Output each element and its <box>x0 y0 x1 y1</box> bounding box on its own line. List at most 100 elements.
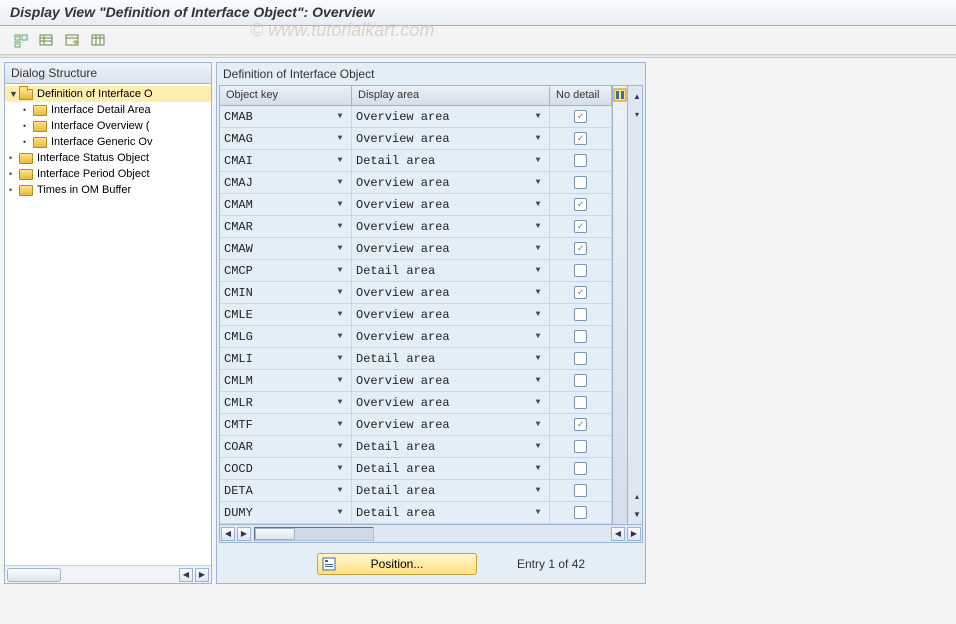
cell-no-detail[interactable] <box>550 502 612 523</box>
dropdown-icon[interactable]: ▼ <box>531 374 545 388</box>
cell-display-area[interactable]: Overview area▼ <box>352 282 550 303</box>
cell-no-detail[interactable]: ✓ <box>550 414 612 435</box>
dropdown-icon[interactable]: ▼ <box>333 176 347 190</box>
cell-display-area[interactable]: Overview area▼ <box>352 172 550 193</box>
no-detail-checkbox[interactable] <box>574 352 587 365</box>
no-detail-checkbox[interactable] <box>574 308 587 321</box>
cell-no-detail[interactable]: ✓ <box>550 282 612 303</box>
tree-bullet-icon[interactable]: • <box>9 153 19 163</box>
cell-display-area[interactable]: Overview area▼ <box>352 238 550 259</box>
cell-object-key[interactable]: CMTF▼ <box>220 414 352 435</box>
cell-display-area[interactable]: Detail area▼ <box>352 436 550 457</box>
cell-object-key[interactable]: CMAI▼ <box>220 150 352 171</box>
no-detail-checkbox[interactable] <box>574 396 587 409</box>
cell-no-detail[interactable] <box>550 436 612 457</box>
dropdown-icon[interactable]: ▼ <box>531 286 545 300</box>
table-row[interactable]: CMAM▼Overview area▼ ✓ <box>220 194 612 216</box>
cell-display-area[interactable]: Overview area▼ <box>352 216 550 237</box>
cell-display-area[interactable]: Detail area▼ <box>352 502 550 523</box>
tree-bullet-icon[interactable]: • <box>23 105 33 115</box>
cell-display-area[interactable]: Overview area▼ <box>352 370 550 391</box>
cell-display-area[interactable]: Overview area▼ <box>352 194 550 215</box>
cell-display-area[interactable]: Detail area▼ <box>352 480 550 501</box>
tree-bullet-icon[interactable]: • <box>23 137 33 147</box>
table-row[interactable]: COCD▼Detail area▼ <box>220 458 612 480</box>
dropdown-icon[interactable]: ▼ <box>333 418 347 432</box>
dropdown-icon[interactable]: ▼ <box>333 440 347 454</box>
cell-no-detail[interactable] <box>550 172 612 193</box>
cell-object-key[interactable]: CMLG▼ <box>220 326 352 347</box>
cell-no-detail[interactable] <box>550 458 612 479</box>
no-detail-checkbox[interactable] <box>574 374 587 387</box>
table-row[interactable]: CMAI▼Detail area▼ <box>220 150 612 172</box>
dropdown-icon[interactable]: ▼ <box>531 154 545 168</box>
position-button[interactable]: Position... <box>317 553 477 575</box>
tree-item[interactable]: •Interface Overview ( <box>5 118 211 134</box>
cell-object-key[interactable]: CMAR▼ <box>220 216 352 237</box>
dropdown-icon[interactable]: ▼ <box>333 484 347 498</box>
table-row[interactable]: CMLM▼Overview area▼ <box>220 370 612 392</box>
cell-object-key[interactable]: CMAM▼ <box>220 194 352 215</box>
table-row[interactable]: CMLG▼Overview area▼ <box>220 326 612 348</box>
table-import-button[interactable] <box>88 30 108 50</box>
cell-no-detail[interactable] <box>550 370 612 391</box>
table-row[interactable]: CMLR▼Overview area▼ <box>220 392 612 414</box>
dropdown-icon[interactable]: ▼ <box>333 132 347 146</box>
dropdown-icon[interactable]: ▼ <box>531 308 545 322</box>
cell-display-area[interactable]: Overview area▼ <box>352 392 550 413</box>
no-detail-checkbox[interactable] <box>574 330 587 343</box>
scroll-left-icon[interactable]: ◀ <box>179 568 193 582</box>
dropdown-icon[interactable]: ▼ <box>531 484 545 498</box>
dropdown-icon[interactable]: ▼ <box>333 242 347 256</box>
cell-object-key[interactable]: COCD▼ <box>220 458 352 479</box>
cell-display-area[interactable]: Overview area▼ <box>352 304 550 325</box>
cell-no-detail[interactable] <box>550 304 612 325</box>
no-detail-checkbox[interactable]: ✓ <box>574 242 587 255</box>
dropdown-icon[interactable]: ▼ <box>531 396 545 410</box>
table-row[interactable]: CMAG▼Overview area▼✓ <box>220 128 612 150</box>
cell-display-area[interactable]: Overview area▼ <box>352 106 550 127</box>
no-detail-checkbox[interactable]: ✓ <box>574 286 587 299</box>
dropdown-icon[interactable]: ▼ <box>531 110 545 124</box>
table-row[interactable]: CMCP▼Detail area▼ <box>220 260 612 282</box>
cell-no-detail[interactable] <box>550 326 612 347</box>
dropdown-icon[interactable]: ▼ <box>333 374 347 388</box>
dropdown-icon[interactable]: ▼ <box>333 462 347 476</box>
scrollbar-thumb[interactable] <box>255 528 295 540</box>
table-row[interactable]: CMAB▼Overview area▼✓ <box>220 106 612 128</box>
scroll-right-icon[interactable]: ▶ <box>237 527 251 541</box>
cell-display-area[interactable]: Detail area▼ <box>352 348 550 369</box>
tree-item[interactable]: •Interface Period Object <box>5 166 211 182</box>
table-row[interactable]: CMAR▼Overview area▼✓ <box>220 216 612 238</box>
dropdown-icon[interactable]: ▼ <box>531 418 545 432</box>
cell-object-key[interactable]: COAR▼ <box>220 436 352 457</box>
dropdown-icon[interactable]: ▼ <box>333 330 347 344</box>
expand-all-button[interactable] <box>10 30 30 50</box>
tree-expand-icon[interactable]: ▼ <box>9 89 19 99</box>
scroll-right-end-icon[interactable]: ▶ <box>627 527 641 541</box>
no-detail-checkbox[interactable] <box>574 176 587 189</box>
tree-bullet-icon[interactable]: • <box>23 121 33 131</box>
scroll-right-icon[interactable]: ▶ <box>195 568 209 582</box>
no-detail-checkbox[interactable] <box>574 484 587 497</box>
cell-no-detail[interactable]: ✓ <box>550 216 612 237</box>
cell-no-detail[interactable]: ✓ <box>550 106 612 127</box>
table-view-button[interactable] <box>36 30 56 50</box>
tree-item[interactable]: •Times in OM Buffer <box>5 182 211 198</box>
grid-vscrollbar[interactable]: ▲ ▾ ▴ ▼ <box>627 86 642 524</box>
table-row[interactable]: CMLI▼Detail area▼ <box>220 348 612 370</box>
cell-no-detail[interactable] <box>550 260 612 281</box>
dropdown-icon[interactable]: ▼ <box>531 264 545 278</box>
cell-display-area[interactable]: Overview area▼ <box>352 414 550 435</box>
dropdown-icon[interactable]: ▼ <box>531 176 545 190</box>
scrollbar-thumb[interactable] <box>7 568 61 582</box>
dropdown-icon[interactable]: ▼ <box>333 264 347 278</box>
column-display-area[interactable]: Display area <box>352 86 550 105</box>
column-no-detail[interactable]: No detail <box>550 86 612 105</box>
dropdown-icon[interactable]: ▼ <box>333 110 347 124</box>
table-export-button[interactable] <box>62 30 82 50</box>
no-detail-checkbox[interactable]: ✓ <box>574 198 587 211</box>
tree-item[interactable]: •Interface Status Object <box>5 150 211 166</box>
dropdown-icon[interactable]: ▼ <box>333 198 347 212</box>
cell-object-key[interactable]: DUMY▼ <box>220 502 352 523</box>
